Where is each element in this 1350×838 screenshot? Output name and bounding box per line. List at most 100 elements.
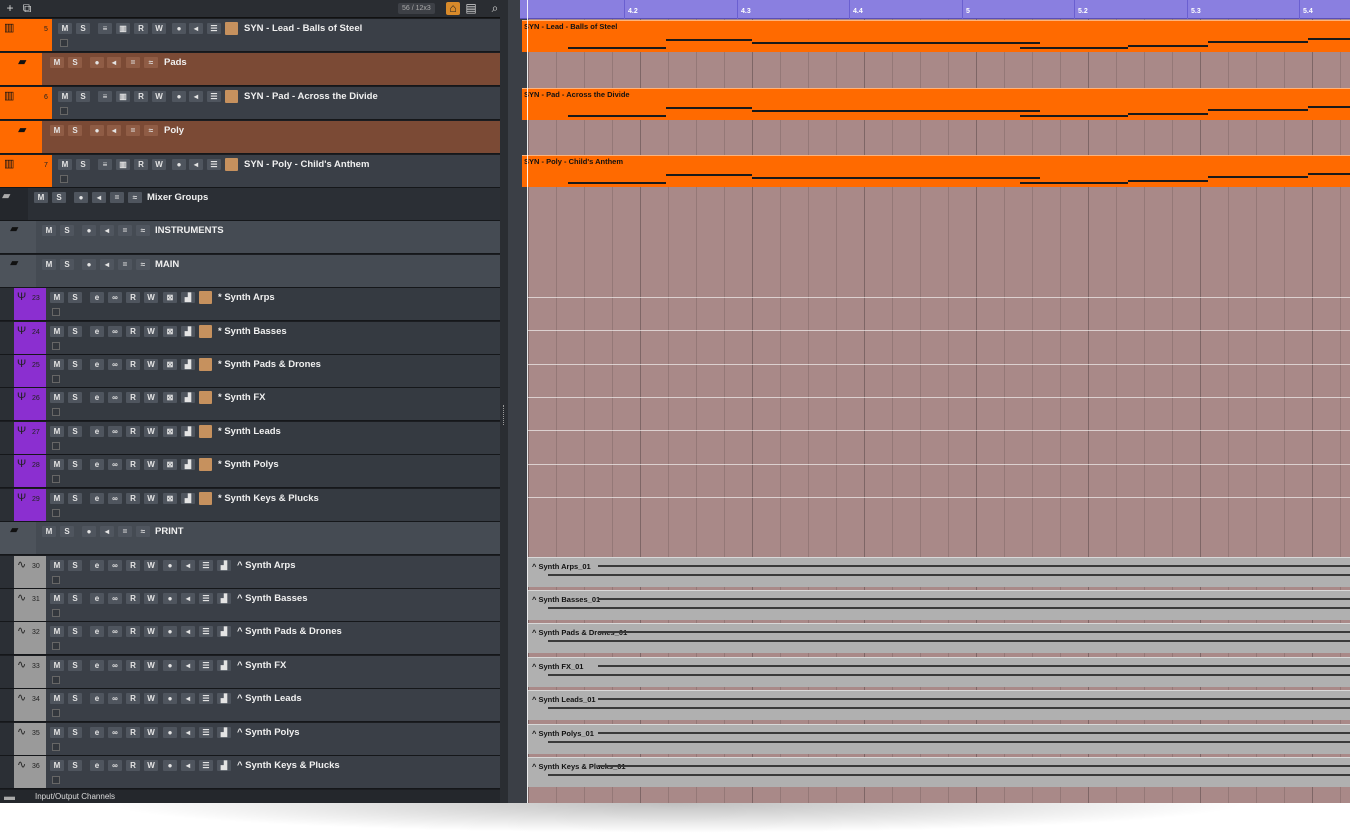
automation-icon[interactable]: ≈ xyxy=(128,192,142,203)
track-name[interactable]: MAIN xyxy=(155,259,179,270)
mute-button[interactable]: M xyxy=(42,259,56,270)
midi-note[interactable] xyxy=(1208,109,1308,111)
edit-channel-icon[interactable]: e xyxy=(90,760,104,771)
edit-channel-icon[interactable]: e xyxy=(90,493,104,504)
track-name[interactable]: * Synth Basses xyxy=(218,326,287,337)
write-button[interactable]: W xyxy=(144,593,158,604)
layout-icon[interactable]: ▤ xyxy=(464,2,478,15)
mute-button[interactable]: M xyxy=(50,626,64,637)
lock-icon[interactable]: ▟ xyxy=(181,392,195,403)
channel-icon[interactable] xyxy=(199,358,212,371)
inserts-icon[interactable]: ⊠ xyxy=(163,426,177,437)
track-row[interactable]: ▰ M S ● ◂ = ≈ PRINT xyxy=(0,522,500,555)
solo-button[interactable]: S xyxy=(68,392,82,403)
read-button[interactable]: R xyxy=(126,292,140,303)
track-row[interactable]: ∿ 34 M Se ∞ R W ● ◂ ☰ ▟ ^ Synth Leads xyxy=(0,689,500,722)
solo-button[interactable]: S xyxy=(68,326,82,337)
record-enable-icon[interactable]: ● xyxy=(172,23,186,34)
track-row[interactable]: Ψ 28 M Se ∞ R W ⊠ ▟ * Synth Polys xyxy=(0,455,500,488)
lanes-icon[interactable]: = xyxy=(118,259,132,270)
solo-button[interactable]: S xyxy=(68,593,82,604)
edit-instrument-icon[interactable]: ▥ xyxy=(116,91,130,102)
inserts-icon[interactable]: ⊠ xyxy=(163,459,177,470)
link-icon[interactable]: ∞ xyxy=(108,292,122,303)
read-button[interactable]: R xyxy=(126,326,140,337)
track-name[interactable]: SYN - Poly - Child's Anthem xyxy=(244,159,369,170)
mute-button[interactable]: M xyxy=(50,459,64,470)
audio-event[interactable]: ^ Synth Polys_01 xyxy=(528,724,1350,754)
lanes-icon[interactable]: = xyxy=(126,125,140,136)
track-row[interactable]: ▰ M S ● ◂ = ≈ Mixer Groups xyxy=(0,188,500,221)
track-name[interactable]: * Synth Pads & Drones xyxy=(218,359,321,370)
instrument-icon[interactable] xyxy=(225,158,238,171)
lanes-icon[interactable]: = xyxy=(126,57,140,68)
link-icon[interactable]: ∞ xyxy=(108,626,122,637)
solo-button[interactable]: S xyxy=(68,57,82,68)
mute-button[interactable]: M xyxy=(50,359,64,370)
settings-icon[interactable]: ☰ xyxy=(199,760,213,771)
track-name[interactable]: ^ Synth Pads & Drones xyxy=(237,626,342,637)
record-enable-icon[interactable]: ● xyxy=(82,526,96,537)
solo-button[interactable]: S xyxy=(68,125,82,136)
read-button[interactable]: R xyxy=(126,760,140,771)
settings-icon[interactable]: ☰ xyxy=(199,727,213,738)
edit-channel-icon[interactable]: e xyxy=(90,660,104,671)
midi-part[interactable]: SYN - Pad - Across the Divide xyxy=(522,88,1350,120)
track-name[interactable]: SYN - Lead - Balls of Steel xyxy=(244,23,362,34)
write-button[interactable]: W xyxy=(152,159,166,170)
audio-event[interactable]: ^ Synth Arps_01 xyxy=(528,557,1350,587)
link-icon[interactable]: ∞ xyxy=(108,459,122,470)
track-name[interactable]: ^ Synth Polys xyxy=(237,727,300,738)
monitor-speaker-icon[interactable]: ◂ xyxy=(181,593,195,604)
edit-channel-icon[interactable]: e xyxy=(90,593,104,604)
timeline-ruler[interactable]: 4.2 4.3 4.4 5 5.2 5.3 5.4 xyxy=(520,0,1350,19)
input-output-channels-folder[interactable]: ▬ Input/Output Channels xyxy=(0,790,500,803)
read-button[interactable]: R xyxy=(126,560,140,571)
read-button[interactable]: R xyxy=(134,91,148,102)
lane-toggle[interactable] xyxy=(52,408,60,416)
read-button[interactable]: R xyxy=(126,493,140,504)
mute-button[interactable]: M xyxy=(50,660,64,671)
lock-icon[interactable]: ▟ xyxy=(217,593,231,604)
monitor-speaker-icon[interactable]: ◂ xyxy=(107,57,121,68)
monitor-icon[interactable]: ≡ xyxy=(98,159,112,170)
automation-icon[interactable]: ≈ xyxy=(136,259,150,270)
channel-icon[interactable] xyxy=(199,291,212,304)
lock-icon[interactable]: ▟ xyxy=(217,560,231,571)
record-enable-icon[interactable]: ● xyxy=(172,159,186,170)
track-name[interactable]: * Synth FX xyxy=(218,392,266,403)
edit-channel-icon[interactable]: e xyxy=(90,292,104,303)
solo-button[interactable]: S xyxy=(68,560,82,571)
record-enable-icon[interactable]: ● xyxy=(163,727,177,738)
lane-toggle[interactable] xyxy=(52,509,60,517)
midi-note[interactable] xyxy=(1020,182,1128,184)
instrument-icon[interactable] xyxy=(225,22,238,35)
audio-event[interactable]: ^ Synth FX_01 xyxy=(528,657,1350,687)
audio-event[interactable]: ^ Synth Keys & Plucks_01 xyxy=(528,757,1350,787)
track-row[interactable]: Ψ 25 M Se ∞ R W ⊠ ▟ * Synth Pads & Drones xyxy=(0,355,500,388)
mute-button[interactable]: M xyxy=(58,23,72,34)
midi-note[interactable] xyxy=(568,47,666,49)
folder-icon[interactable]: ▰ xyxy=(10,524,18,536)
track-row[interactable]: ∿ 35 M Se ∞ R W ● ◂ ☰ ▟ ^ Synth Polys xyxy=(0,723,500,756)
lane-toggle[interactable] xyxy=(60,107,68,115)
channel-icon[interactable] xyxy=(199,391,212,404)
midi-note[interactable] xyxy=(1308,38,1350,40)
mute-button[interactable]: M xyxy=(50,57,64,68)
lock-icon[interactable]: ▟ xyxy=(181,292,195,303)
track-name[interactable]: Poly xyxy=(164,125,184,136)
inserts-icon[interactable]: ⊠ xyxy=(163,326,177,337)
monitor-speaker-icon[interactable]: ◂ xyxy=(181,693,195,704)
lane-toggle[interactable] xyxy=(60,175,68,183)
solo-button[interactable]: S xyxy=(68,693,82,704)
track-name[interactable]: PRINT xyxy=(155,526,184,537)
write-button[interactable]: W xyxy=(144,660,158,671)
read-button[interactable]: R xyxy=(126,626,140,637)
write-button[interactable]: W xyxy=(144,626,158,637)
solo-button[interactable]: S xyxy=(68,459,82,470)
mute-button[interactable]: M xyxy=(34,192,48,203)
lane-toggle[interactable] xyxy=(52,709,60,717)
record-enable-icon[interactable]: ● xyxy=(82,225,96,236)
write-button[interactable]: W xyxy=(144,359,158,370)
lock-icon[interactable]: ⌂ xyxy=(446,2,460,15)
